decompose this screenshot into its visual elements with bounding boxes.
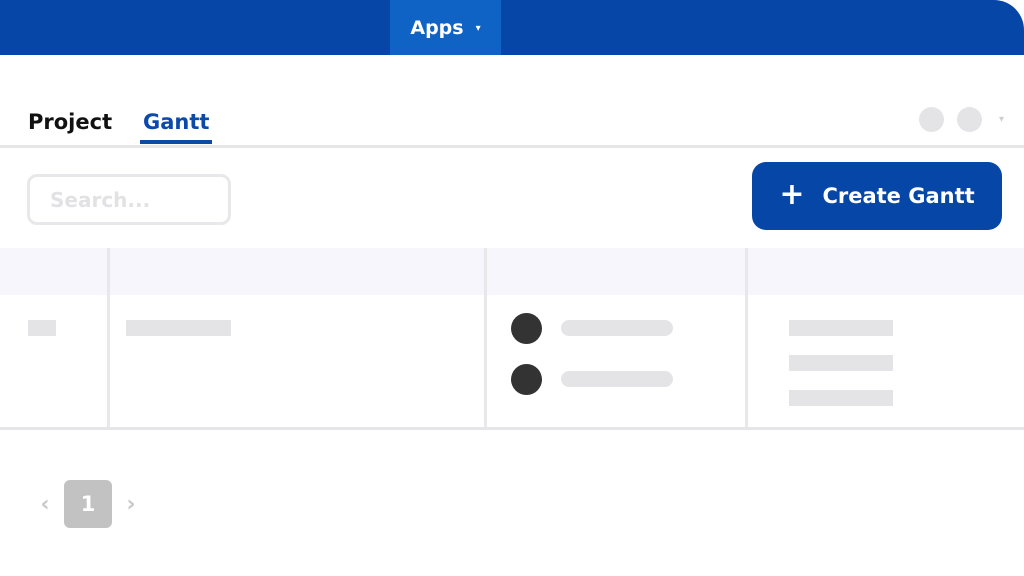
apps-label: Apps: [410, 16, 464, 39]
assignee-name-placeholder: [561, 320, 673, 336]
detail-line-placeholder: [789, 320, 893, 336]
top-navigation-bar: Apps ▾: [0, 0, 1024, 55]
detail-line-placeholder: [789, 390, 893, 406]
search-input[interactable]: [27, 174, 231, 225]
avatar[interactable]: [956, 107, 982, 132]
avatar[interactable]: [918, 107, 944, 132]
id-placeholder: [28, 320, 56, 336]
name-placeholder: [126, 320, 231, 336]
table-header: [0, 248, 1024, 295]
create-gantt-label: Create Gantt: [822, 184, 975, 208]
page-number-button[interactable]: 1: [64, 480, 112, 528]
gantt-table: [0, 248, 1024, 430]
apps-menu-button[interactable]: Apps ▾: [390, 0, 501, 55]
create-gantt-button[interactable]: + Create Gantt: [752, 162, 1002, 230]
caret-down-icon: ▾: [475, 22, 481, 34]
chevron-right-icon[interactable]: ›: [124, 492, 138, 517]
column-divider: [484, 248, 487, 427]
column-divider: [745, 248, 748, 427]
assignee-name-placeholder: [561, 371, 673, 387]
tab-project[interactable]: Project: [28, 110, 112, 140]
tab-bar: Project Gantt: [0, 100, 1024, 148]
chevron-left-icon[interactable]: ‹: [38, 492, 52, 517]
pagination: ‹ 1 ›: [38, 480, 138, 528]
assignee-avatar: [511, 364, 542, 395]
app-window: Apps ▾ Project Gantt ▾ + Create Gantt: [0, 0, 1024, 576]
plus-icon: +: [779, 176, 805, 212]
detail-line-placeholder: [789, 355, 893, 371]
caret-down-icon[interactable]: ▾: [999, 114, 1004, 125]
column-divider: [107, 248, 110, 427]
user-menu[interactable]: ▾: [918, 107, 1004, 132]
tab-gantt[interactable]: Gantt: [140, 110, 213, 144]
assignee-avatar: [511, 313, 542, 344]
